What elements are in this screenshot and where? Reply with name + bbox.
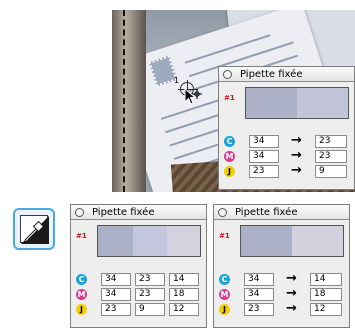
magenta-value-3: 18 <box>169 288 199 301</box>
table-row-magenta: M 34 → 18 <box>214 286 349 301</box>
panel-title-bar: Pipette fixée <box>214 205 349 220</box>
fixed-sampler-panel-bottom-left: Pipette fixée #1 C 34 23 14 M 34 23 18 J… <box>70 204 207 328</box>
panel-title-bar: Pipette fixée <box>71 205 206 220</box>
sample-point-number: 1 <box>174 76 180 85</box>
cyan-badge: C <box>224 136 235 147</box>
fixed-eyedropper-tool-icon[interactable] <box>13 208 55 250</box>
cyan-value-2: 23 <box>135 273 165 286</box>
swatch-final <box>167 226 200 256</box>
yellow-value-2: 9 <box>135 303 165 316</box>
panel-title: Pipette fixée <box>92 206 155 218</box>
yellow-value-3: 12 <box>169 303 199 316</box>
panel-title: Pipette fixée <box>235 206 298 218</box>
cyan-before-value: 34 <box>249 135 279 148</box>
yellow-before-value: 23 <box>249 165 279 178</box>
table-row-magenta: M 34 23 18 <box>71 288 206 301</box>
panel-title: Pipette fixée <box>240 68 303 80</box>
table-row-cyan: C 34 → 23 <box>219 133 354 148</box>
close-icon[interactable] <box>75 207 84 217</box>
arrow-icon: → <box>286 286 297 301</box>
color-swatches <box>240 225 344 257</box>
swatch-row: #1 <box>71 220 206 260</box>
table-row-cyan: C 34 23 14 <box>71 273 206 286</box>
swatch-intermediate <box>133 226 167 256</box>
arrow-icon: → <box>286 271 297 286</box>
color-swatches <box>97 225 201 257</box>
sample-label: #1 <box>224 94 235 102</box>
magenta-value-1: 34 <box>101 288 131 301</box>
yellow-before-value: 23 <box>244 303 274 316</box>
table-row-cyan: C 34 → 14 <box>214 271 349 286</box>
yellow-after-value: 9 <box>315 165 347 178</box>
fixed-sampler-panel-bottom-right: Pipette fixée #1 C 34 → 14 M 34 → 18 J 2… <box>213 204 350 328</box>
cyan-badge: C <box>219 274 230 285</box>
swatch-original <box>98 226 133 256</box>
yellow-badge: J <box>219 304 230 315</box>
magenta-before-value: 34 <box>249 150 279 163</box>
tool-icon-frame <box>20 215 49 244</box>
arrow-icon: → <box>291 163 302 178</box>
magenta-after-value: 23 <box>315 150 347 163</box>
cyan-value-3: 14 <box>169 273 199 286</box>
close-icon[interactable] <box>218 207 227 217</box>
yellow-badge: J <box>224 166 235 177</box>
sample-label: #1 <box>219 232 230 240</box>
panel-title-bar: Pipette fixée <box>219 67 354 82</box>
cyan-after-value: 23 <box>315 135 347 148</box>
magenta-badge: M <box>76 289 87 300</box>
magenta-before-value: 34 <box>244 288 274 301</box>
cyan-after-value: 14 <box>310 273 342 286</box>
bottle-edge <box>112 10 146 192</box>
yellow-value-1: 23 <box>101 303 131 316</box>
cyan-value-1: 34 <box>101 273 131 286</box>
swatch-before <box>241 226 292 256</box>
swatch-row: #1 <box>219 82 354 122</box>
cyan-badge: C <box>76 274 87 285</box>
magenta-value-2: 23 <box>135 288 165 301</box>
magenta-badge: M <box>219 289 230 300</box>
swatch-after <box>292 226 343 256</box>
cyan-before-value: 34 <box>244 273 274 286</box>
table-row-yellow: J 23 → 9 <box>219 163 354 178</box>
eyedropper-icon <box>21 216 49 244</box>
magenta-after-value: 18 <box>310 288 342 301</box>
magenta-badge: M <box>224 151 235 162</box>
table-row-magenta: M 34 → 23 <box>219 148 354 163</box>
arrow-icon: → <box>286 301 297 316</box>
sample-label: #1 <box>76 232 87 240</box>
table-row-yellow: J 23 9 12 <box>71 303 206 316</box>
color-swatches <box>245 87 349 119</box>
yellow-badge: J <box>76 304 87 315</box>
yellow-after-value: 12 <box>310 303 342 316</box>
swatch-before <box>246 88 297 118</box>
swatch-row: #1 <box>214 220 349 260</box>
table-row-yellow: J 23 → 12 <box>214 301 349 316</box>
arrow-icon: → <box>291 148 302 163</box>
eyedropper-cursor-icon <box>184 88 202 105</box>
split-dashed-line <box>123 10 125 192</box>
arrow-icon: → <box>291 133 302 148</box>
swatch-after <box>297 88 348 118</box>
close-icon[interactable] <box>223 69 232 79</box>
fixed-sampler-panel-top: Pipette fixée #1 C 34 → 23 M 34 → 23 J 2… <box>218 66 355 190</box>
